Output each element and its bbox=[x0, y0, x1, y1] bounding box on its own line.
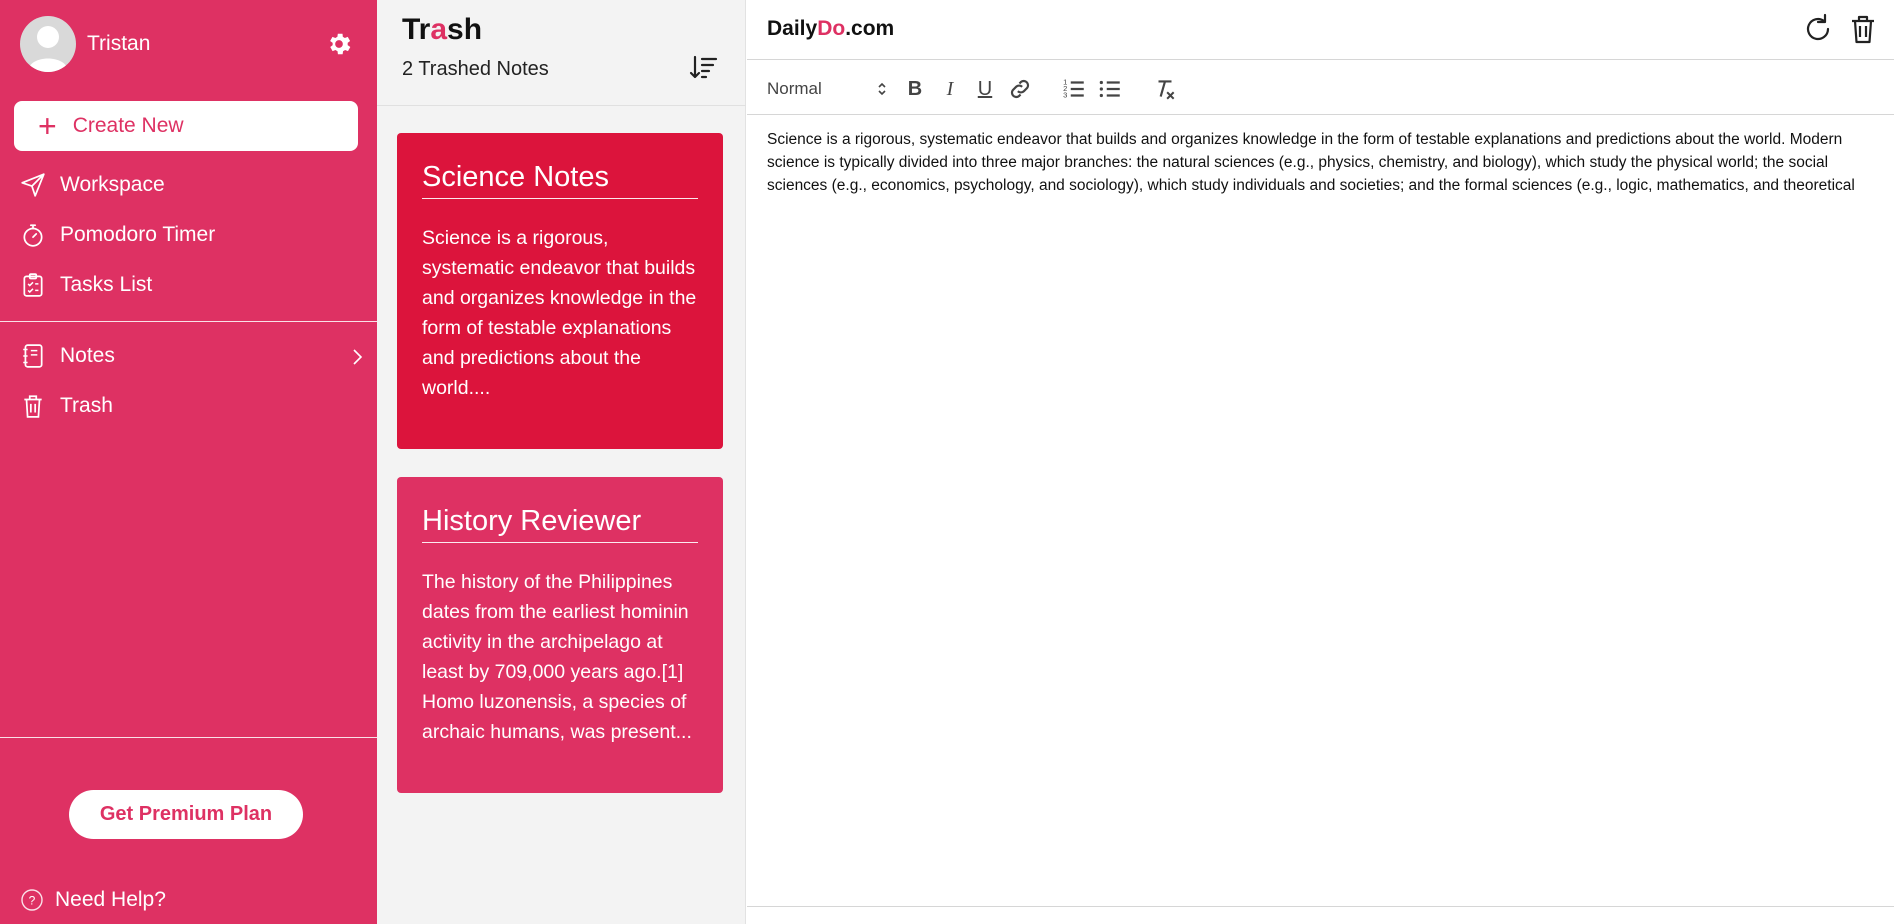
need-help-link[interactable]: ? Need Help? bbox=[20, 888, 166, 912]
question-circle-icon: ? bbox=[21, 889, 43, 911]
ordered-list-icon[interactable]: 1 2 3 bbox=[1061, 76, 1087, 102]
avatar[interactable] bbox=[20, 16, 76, 72]
user-icon bbox=[28, 26, 68, 72]
brand-part: .com bbox=[845, 17, 895, 40]
brand-accent: Do bbox=[817, 17, 846, 40]
create-new-button[interactable]: + Create New bbox=[14, 101, 358, 151]
clipboard-icon bbox=[23, 273, 43, 297]
svg-text:3: 3 bbox=[1063, 91, 1067, 100]
page-title: Trash bbox=[402, 13, 482, 47]
note-card-title: History Reviewer bbox=[422, 505, 698, 543]
underline-icon[interactable]: U bbox=[972, 76, 998, 102]
title-part: Tr bbox=[402, 13, 431, 46]
note-card-title: Science Notes bbox=[422, 161, 698, 199]
note-card-excerpt: Science is a rigorous, systematic endeav… bbox=[422, 227, 697, 399]
editor-panel: DailyDo.com Normal B I U 1 2 3 Science i… bbox=[747, 0, 1894, 924]
sidebar-item-tasks-list[interactable]: Tasks List bbox=[20, 272, 152, 298]
restore-icon[interactable] bbox=[1802, 13, 1834, 45]
gear-icon[interactable] bbox=[325, 30, 353, 58]
editor-header: DailyDo.com bbox=[747, 0, 1894, 60]
title-accent: a bbox=[430, 13, 448, 46]
get-premium-button[interactable]: Get Premium Plan bbox=[69, 790, 303, 839]
italic-icon[interactable]: I bbox=[937, 76, 963, 102]
note-card[interactable]: Science Notes Science is a rigorous, sys… bbox=[397, 133, 723, 449]
username: Tristan bbox=[87, 32, 151, 55]
send-icon bbox=[21, 173, 45, 197]
svg-text:?: ? bbox=[29, 894, 36, 908]
title-part: sh bbox=[447, 13, 483, 46]
format-value: Normal bbox=[767, 79, 822, 98]
sidebar-item-label: Notes bbox=[60, 344, 115, 367]
sidebar-item-trash[interactable]: Trash bbox=[20, 393, 113, 419]
sidebar-divider bbox=[0, 737, 377, 738]
delete-forever-icon[interactable] bbox=[1847, 13, 1879, 45]
text-format-select[interactable]: Normal bbox=[767, 77, 887, 101]
bullet-list-icon[interactable] bbox=[1097, 76, 1123, 102]
brand-logo: DailyDo.com bbox=[767, 17, 894, 41]
bold-icon[interactable]: B bbox=[902, 76, 928, 102]
sidebar-item-workspace[interactable]: Workspace bbox=[20, 172, 165, 198]
trash-icon bbox=[24, 395, 42, 418]
sidebar-item-pomodoro-timer[interactable]: Pomodoro Timer bbox=[20, 222, 215, 248]
note-card[interactable]: History Reviewer The history of the Phil… bbox=[397, 477, 723, 793]
sidebar-item-label: Trash bbox=[60, 394, 113, 417]
create-new-label: Create New bbox=[72, 114, 184, 137]
stopwatch-icon bbox=[23, 224, 43, 247]
notebook-icon bbox=[23, 344, 43, 368]
select-arrows-icon bbox=[878, 82, 886, 96]
sidebar-item-label: Tasks List bbox=[60, 273, 153, 296]
sort-icon[interactable] bbox=[689, 55, 719, 81]
link-icon[interactable] bbox=[1007, 76, 1033, 102]
brand-part: Daily bbox=[767, 17, 818, 40]
list-header: Trash 2 Trashed Notes bbox=[377, 0, 746, 106]
app: Tristan + Create New Workspace Pomodoro … bbox=[0, 0, 1894, 924]
need-help-label: Need Help? bbox=[55, 888, 166, 911]
sidebar-item-label: Workspace bbox=[60, 173, 165, 196]
clear-formatting-icon[interactable] bbox=[1152, 76, 1178, 102]
sidebar-item-label: Pomodoro Timer bbox=[60, 223, 216, 246]
note-card-excerpt: The history of the Philippines dates fro… bbox=[422, 571, 692, 743]
trashed-count: 2 Trashed Notes bbox=[402, 58, 549, 80]
editor-toolbar: Normal B I U 1 2 3 bbox=[747, 61, 1894, 115]
sidebar-item-notes[interactable]: Notes bbox=[20, 343, 115, 369]
chevron-right-icon[interactable] bbox=[350, 348, 364, 366]
profile[interactable]: Tristan bbox=[20, 16, 150, 72]
notes-list-panel: Trash 2 Trashed Notes Science Notes Scie… bbox=[377, 0, 746, 924]
editor-bottom-border bbox=[747, 906, 1894, 907]
editor-text-area[interactable]: Science is a rigorous, systematic endeav… bbox=[767, 128, 1877, 197]
plus-icon: + bbox=[38, 108, 57, 144]
sidebar-divider bbox=[0, 321, 377, 322]
sidebar: Tristan + Create New Workspace Pomodoro … bbox=[0, 0, 377, 924]
